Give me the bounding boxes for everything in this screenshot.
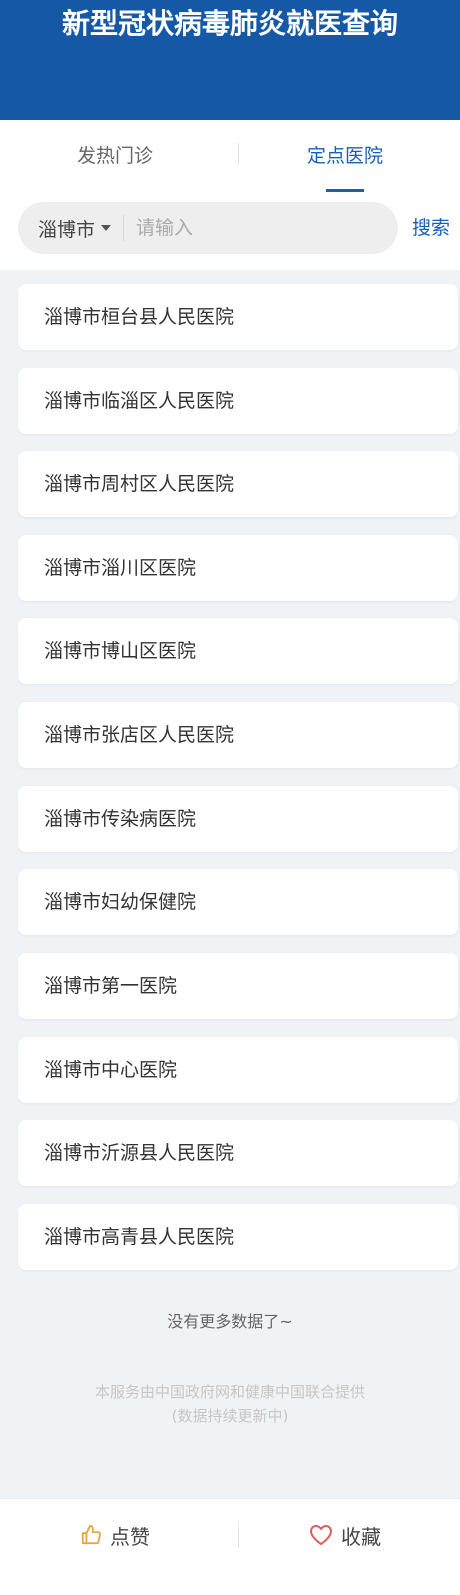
list-item[interactable]: 淄博市沂源县人民医院 — [18, 1120, 458, 1186]
list-item[interactable]: 淄博市博山区医院 — [18, 618, 458, 684]
bottom-bar: 点赞 收藏 — [0, 1498, 460, 1595]
search-area: 淄博市 搜索 — [0, 192, 460, 270]
city-select-label: 淄博市 — [38, 218, 96, 241]
tab-fever-clinic[interactable]: 发热门诊 — [0, 120, 230, 192]
list-item[interactable]: 淄博市桓台县人民医院 — [18, 284, 458, 350]
bottom-divider — [238, 1522, 239, 1548]
favorite-button[interactable]: 收藏 — [230, 1499, 460, 1571]
list-item[interactable]: 淄博市中心医院 — [18, 1037, 458, 1103]
like-button[interactable]: 点赞 — [0, 1499, 230, 1571]
tab-designated-hospital[interactable]: 定点医院 — [230, 120, 460, 192]
list-item[interactable]: 淄博市张店区人民医院 — [18, 702, 458, 768]
page-title: 新型冠状病毒肺炎就医查询 — [61, 7, 398, 40]
header: 新型冠状病毒肺炎就医查询 — [0, 0, 460, 120]
service-note: 本服务由中国政府网和健康中国联合提供 (数据持续更新中) — [0, 1380, 460, 1428]
tab-bar: 发热门诊 定点医院 — [0, 120, 460, 192]
favorite-label: 收藏 — [341, 1524, 381, 1549]
list-item[interactable]: 淄博市临淄区人民医院 — [18, 368, 458, 434]
service-note-line1: 本服务由中国政府网和健康中国联合提供 — [94, 1383, 365, 1401]
search-box: 淄博市 — [18, 202, 398, 254]
list-item[interactable]: 淄博市传染病医院 — [18, 786, 458, 852]
city-select[interactable]: 淄博市 — [18, 202, 123, 254]
list-item[interactable]: 淄博市高青县人民医院 — [18, 1204, 458, 1270]
search-button[interactable]: 搜索 — [412, 214, 450, 242]
no-more-data: 没有更多数据了~ — [167, 1312, 293, 1331]
thumbs-up-icon — [81, 1524, 101, 1545]
list-item[interactable]: 淄博市妇幼保健院 — [18, 869, 458, 935]
list-item[interactable]: 淄博市第一医院 — [18, 953, 458, 1019]
heart-icon — [310, 1525, 332, 1545]
list-item[interactable]: 淄博市周村区人民医院 — [18, 451, 458, 517]
tab-divider — [238, 143, 239, 165]
list-item[interactable]: 淄博市淄川区医院 — [18, 535, 458, 601]
like-label: 点赞 — [110, 1524, 150, 1549]
caret-down-icon — [101, 225, 112, 231]
service-note-line2: (数据持续更新中) — [171, 1407, 289, 1425]
search-input[interactable] — [124, 216, 369, 240]
